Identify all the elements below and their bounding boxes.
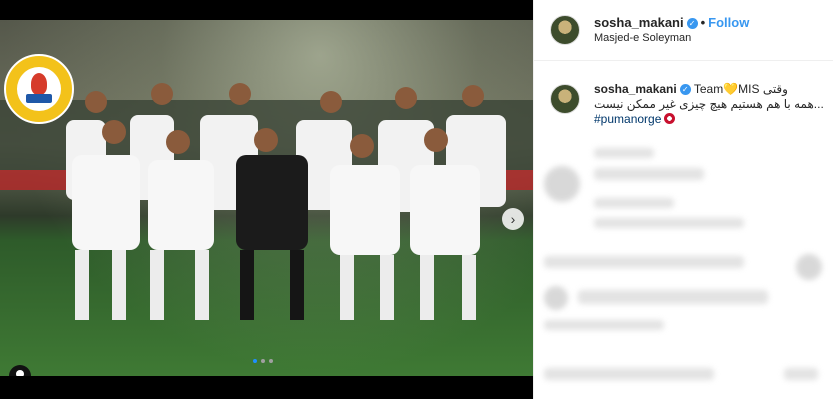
verified-badge-icon: ✓ bbox=[679, 84, 691, 95]
carousel-indicator bbox=[253, 359, 273, 363]
carousel-next-button[interactable]: › bbox=[502, 208, 524, 230]
blurred-avatar bbox=[796, 254, 822, 280]
norway-flag-icon bbox=[664, 113, 676, 124]
yellow-heart-icon: 💛 bbox=[723, 82, 739, 96]
team-photo-illustration bbox=[0, 83, 533, 320]
follow-button[interactable]: Follow bbox=[708, 15, 749, 30]
caption-username[interactable]: sosha_makani bbox=[594, 82, 677, 96]
caption-author-avatar[interactable] bbox=[550, 84, 580, 114]
caption-line1-suffix: MIS وقتی bbox=[738, 82, 788, 96]
blurred-line bbox=[578, 290, 768, 304]
blurred-avatar bbox=[544, 286, 568, 310]
author-username[interactable]: sosha_makani bbox=[594, 15, 684, 30]
post-sidebar: sosha_makani ✓ • Follow Masjed-e Soleyman s… bbox=[533, 0, 833, 399]
author-avatar[interactable] bbox=[550, 15, 580, 45]
blurred-line bbox=[544, 256, 744, 268]
verified-badge-icon: ✓ bbox=[686, 18, 698, 29]
caption-hashtag[interactable]: #pumanorge bbox=[594, 112, 661, 126]
post-photo[interactable]: › bbox=[0, 20, 533, 376]
club-logo bbox=[4, 54, 74, 124]
caption-line1-prefix: Team bbox=[693, 82, 724, 96]
blurred-line bbox=[544, 368, 714, 380]
separator-dot: • bbox=[700, 15, 706, 30]
carousel-dot-active bbox=[253, 359, 257, 363]
blurred-line bbox=[594, 198, 674, 208]
carousel-dot bbox=[261, 359, 265, 363]
post-location[interactable]: Masjed-e Soleyman bbox=[594, 32, 691, 44]
oil-flame-emblem-icon bbox=[17, 67, 61, 111]
instagram-post-view: › sosha_makani ✓ • Follow Masjed-e Soleyman… bbox=[0, 0, 833, 399]
chevron-right-icon: › bbox=[510, 211, 516, 227]
post-header: sosha_makani ✓ • Follow Masjed-e Soleyman bbox=[534, 0, 833, 61]
carousel-dot bbox=[269, 359, 273, 363]
blurred-avatar bbox=[544, 166, 580, 202]
blurred-line bbox=[594, 218, 744, 228]
blurred-comments-area bbox=[534, 138, 833, 399]
blurred-line bbox=[784, 368, 818, 380]
caption-line2: همه با هم هستیم هیچ چیزی غیر ممکن نیست..… bbox=[594, 97, 824, 111]
blurred-line bbox=[544, 320, 664, 330]
blurred-line bbox=[594, 148, 654, 158]
user-tag-icon bbox=[16, 370, 24, 376]
blurred-line bbox=[594, 168, 704, 180]
